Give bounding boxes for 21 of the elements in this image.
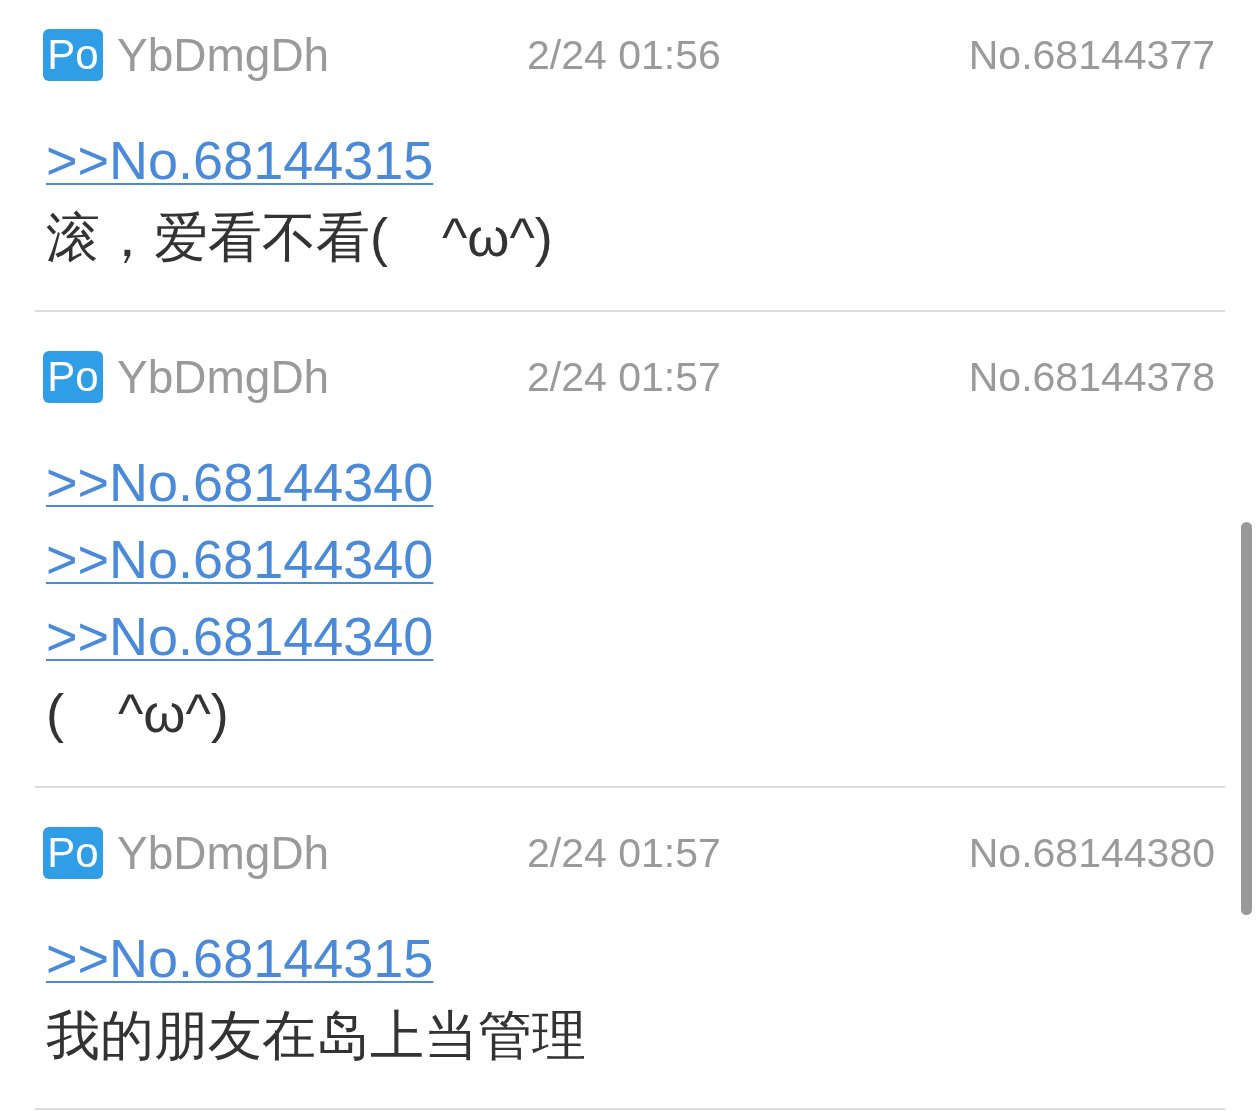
post-date: 2/24 01:57 xyxy=(527,353,721,401)
username: YbDmgDh xyxy=(117,28,331,82)
post-text: 滚，爱看不看( ^ω^) xyxy=(46,206,553,269)
post-number: No.68144377 xyxy=(968,31,1215,79)
po-badge: Po xyxy=(43,827,103,879)
quote-link[interactable]: >>No.68144315 xyxy=(46,122,434,199)
quote-link[interactable]: >>No.68144340 xyxy=(46,444,434,521)
quote-link[interactable]: >>No.68144340 xyxy=(46,521,434,598)
username: YbDmgDh xyxy=(117,350,331,404)
scrollbar[interactable] xyxy=(1241,522,1252,915)
post-date: 2/24 01:57 xyxy=(527,829,721,877)
post-date: 2/24 01:56 xyxy=(527,31,721,79)
po-badge: Po xyxy=(43,351,103,403)
quote-link[interactable]: >>No.68144315 xyxy=(46,920,434,997)
post-number: No.68144378 xyxy=(968,353,1215,401)
po-badge: Po xyxy=(43,29,103,81)
post-text: ( ^ω^) xyxy=(46,682,229,745)
username: YbDmgDh xyxy=(117,826,331,880)
post-number: No.68144380 xyxy=(968,829,1215,877)
quote-link[interactable]: >>No.68144340 xyxy=(46,598,434,675)
post-text: 我的朋友在岛上当管理 xyxy=(46,1004,586,1067)
